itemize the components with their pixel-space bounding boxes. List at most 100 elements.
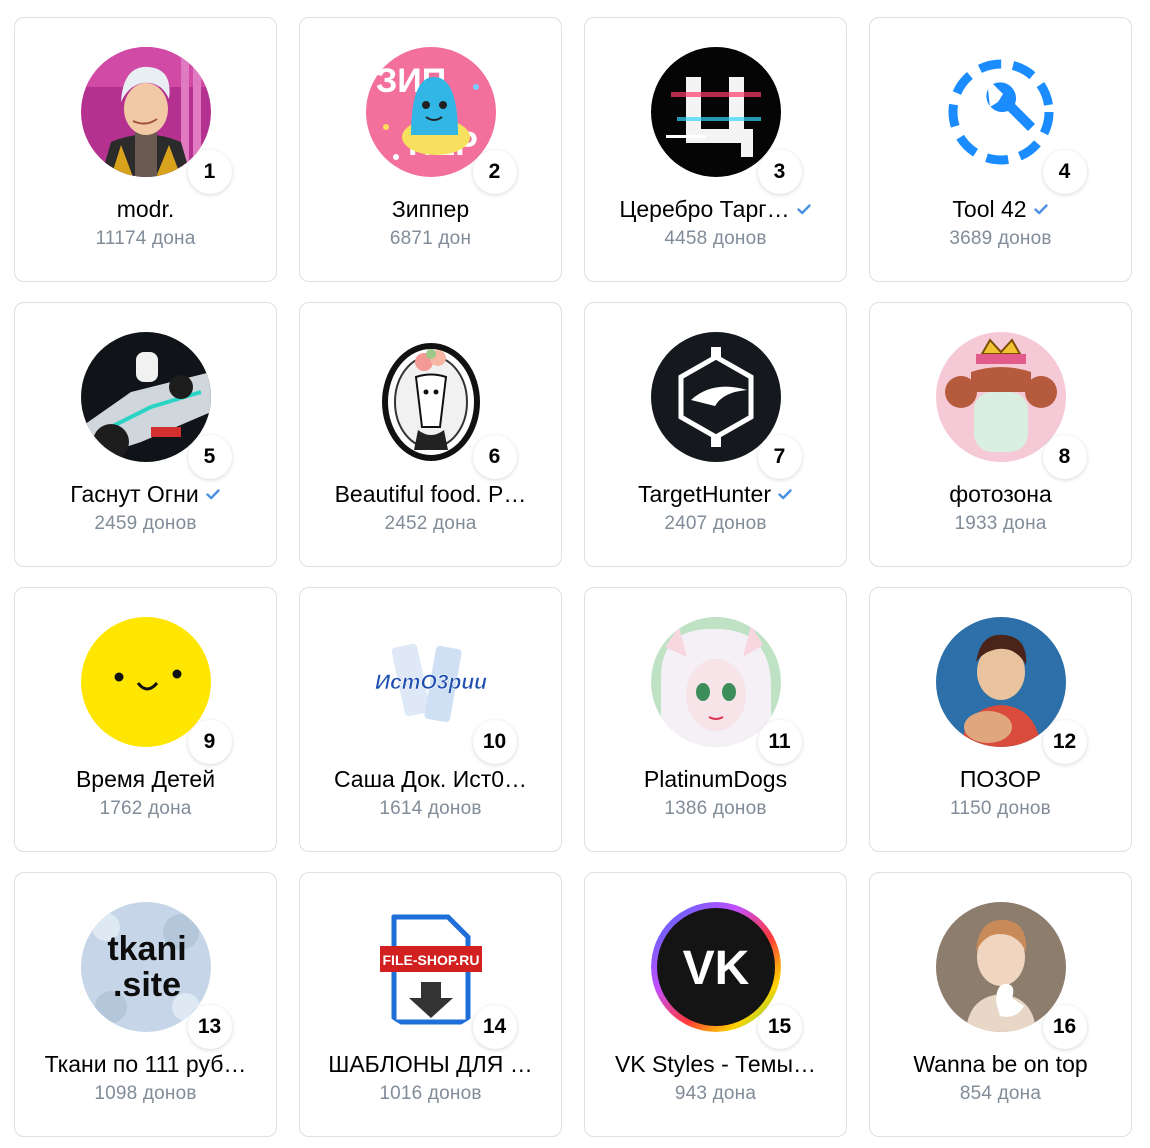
boy-with-dog-avatar-icon[interactable] <box>935 617 1066 747</box>
rank-badge: 16 <box>1042 1005 1087 1049</box>
rank-badge: 2 <box>472 150 517 194</box>
community-card[interactable]: ЗИП ПЕР 2 Зиппер 6871 дон <box>299 17 562 282</box>
community-name[interactable]: Церебро Тарг… <box>619 196 789 223</box>
rank-badge: 9 <box>187 720 232 764</box>
zipper-blob-avatar-icon[interactable]: ЗИП ПЕР <box>365 47 496 177</box>
avatar-container: ЗИП ПЕР 2 <box>365 47 517 194</box>
name-row: VK Styles - Темы… <box>615 1049 816 1079</box>
avatar-container: 9 <box>80 617 232 764</box>
rank-badge: 4 <box>1042 150 1087 194</box>
cartoon-man-avatar-icon[interactable] <box>80 47 211 177</box>
community-card[interactable]: FILE-SHOP.RU 14 ШАБЛОНЫ ДЛЯ … 1016 донов <box>299 872 562 1137</box>
rank-badge: 8 <box>1042 435 1087 479</box>
name-row: Гаснут Огни <box>70 479 220 509</box>
donor-count: 854 дона <box>959 1083 1042 1104</box>
donor-count: 2452 дона <box>384 513 477 534</box>
vk-logo-icon[interactable]: VK <box>650 902 781 1032</box>
name-row: TargetHunter <box>638 479 793 509</box>
donor-count: 3689 донов <box>949 228 1052 249</box>
community-card[interactable]: 4 Tool 42 3689 донов <box>869 17 1132 282</box>
donor-count: 2459 донов <box>94 513 197 534</box>
name-row: ШАБЛОНЫ ДЛЯ … <box>328 1049 533 1079</box>
crown-princess-avatar-icon[interactable] <box>935 332 1066 462</box>
verified-check-icon <box>777 486 793 502</box>
community-card[interactable]: 16 Wanna be on top 854 дона <box>869 872 1132 1137</box>
smiley-face-avatar-icon[interactable] <box>80 617 211 747</box>
community-name[interactable]: modr. <box>117 196 175 223</box>
svg-text:.site: .site <box>112 966 180 1004</box>
avatar-container: 6 <box>365 332 517 479</box>
community-name[interactable]: Wanna be on top <box>913 1051 1087 1078</box>
verified-check-icon <box>1033 201 1049 217</box>
avatar-container: 16 <box>935 902 1087 1049</box>
community-grid: 1 modr. 11174 дона ЗИП ПЕР 2 Зиппер 6871… <box>14 17 1132 1137</box>
donor-count: 1016 донов <box>379 1083 482 1104</box>
community-name[interactable]: VK Styles - Темы… <box>615 1051 816 1078</box>
avatar-container: 11 <box>650 617 802 764</box>
name-row: Beautiful food. P… <box>335 479 527 509</box>
community-card[interactable]: ИстО3рии 10 Саша Док. Ист0… 1614 донов <box>299 587 562 852</box>
ist0rii-logo-icon[interactable]: ИстО3рии <box>365 617 496 747</box>
rank-badge: 10 <box>472 720 517 764</box>
name-row: Саша Док. Ист0… <box>334 764 527 794</box>
community-card[interactable]: 9 Время Детей 1762 дона <box>14 587 277 852</box>
donor-count: 1386 донов <box>664 798 767 819</box>
name-row: Зиппер <box>392 194 469 224</box>
community-card[interactable]: 3 Церебро Тарг… 4458 донов <box>584 17 847 282</box>
avatar-container: 3 <box>650 47 802 194</box>
donor-count: 943 дона <box>674 1083 757 1104</box>
community-name[interactable]: Beautiful food. P… <box>335 481 527 508</box>
community-name[interactable]: ШАБЛОНЫ ДЛЯ … <box>328 1051 533 1078</box>
community-card[interactable]: tkani .site 13 Ткани по 111 руб… 1098 до… <box>14 872 277 1137</box>
community-card[interactable]: 8 фотозона 1933 дона <box>869 302 1132 567</box>
avatar-container: 4 <box>935 47 1087 194</box>
donor-count: 1933 дона <box>954 513 1047 534</box>
rank-badge: 12 <box>1042 720 1087 764</box>
glitch-letter-avatar-icon[interactable] <box>650 47 781 177</box>
rank-badge: 5 <box>187 435 232 479</box>
community-name[interactable]: Ткани по 111 руб… <box>45 1051 247 1078</box>
community-name[interactable]: Зиппер <box>392 196 469 223</box>
community-card[interactable]: 1 modr. 11174 дона <box>14 17 277 282</box>
community-name[interactable]: Гаснут Огни <box>70 481 198 508</box>
avatar-container: ИстО3рии 10 <box>365 617 517 764</box>
woman-with-swan-avatar-icon[interactable] <box>935 902 1066 1032</box>
donor-count: 1098 донов <box>94 1083 197 1104</box>
community-name[interactable]: Время Детей <box>76 766 215 793</box>
target-hunter-logo-icon[interactable] <box>650 332 781 462</box>
deer-portrait-avatar-icon[interactable] <box>365 332 496 462</box>
verified-check-icon <box>796 201 812 217</box>
avatar-container: VK 15 <box>650 902 802 1049</box>
community-card[interactable]: 11 PlatinumDogs 1386 донов <box>584 587 847 852</box>
community-card[interactable]: 6 Beautiful food. P… 2452 дона <box>299 302 562 567</box>
svg-text:FILE-SHOP.RU: FILE-SHOP.RU <box>382 952 479 968</box>
rank-badge: 13 <box>187 1005 232 1049</box>
community-name[interactable]: Саша Док. Ист0… <box>334 766 527 793</box>
file-shop-logo-icon[interactable]: FILE-SHOP.RU <box>365 902 496 1032</box>
avatar-container: 7 <box>650 332 802 479</box>
anime-girl-avatar-icon[interactable] <box>650 617 781 747</box>
community-name[interactable]: TargetHunter <box>638 481 771 508</box>
donor-count: 2407 донов <box>664 513 767 534</box>
donor-count: 1150 донов <box>950 798 1051 819</box>
race-car-avatar-icon[interactable] <box>80 332 211 462</box>
avatar-container: 1 <box>80 47 232 194</box>
community-card[interactable]: 7 TargetHunter 2407 донов <box>584 302 847 567</box>
avatar-container: FILE-SHOP.RU 14 <box>365 902 517 1049</box>
rank-badge: 11 <box>757 720 802 764</box>
donor-count: 6871 дон <box>389 228 472 249</box>
name-row: modr. <box>117 194 175 224</box>
community-card[interactable]: 5 Гаснут Огни 2459 донов <box>14 302 277 567</box>
name-row: Время Детей <box>76 764 215 794</box>
svg-text:tkani: tkani <box>107 930 186 968</box>
tkani-site-logo-icon[interactable]: tkani .site <box>80 902 211 1032</box>
community-name[interactable]: Tool 42 <box>952 196 1026 223</box>
community-name[interactable]: фотозона <box>949 481 1052 508</box>
donor-count: 1762 дона <box>99 798 192 819</box>
community-name[interactable]: ПОЗОР <box>960 766 1041 793</box>
community-card[interactable]: VK 15 VK Styles - Темы… 943 дона <box>584 872 847 1137</box>
community-card[interactable]: 12 ПОЗОР 1150 донов <box>869 587 1132 852</box>
name-row: Tool 42 <box>952 194 1048 224</box>
wrench-circle-avatar-icon[interactable] <box>935 47 1066 177</box>
community-name[interactable]: PlatinumDogs <box>644 766 787 793</box>
